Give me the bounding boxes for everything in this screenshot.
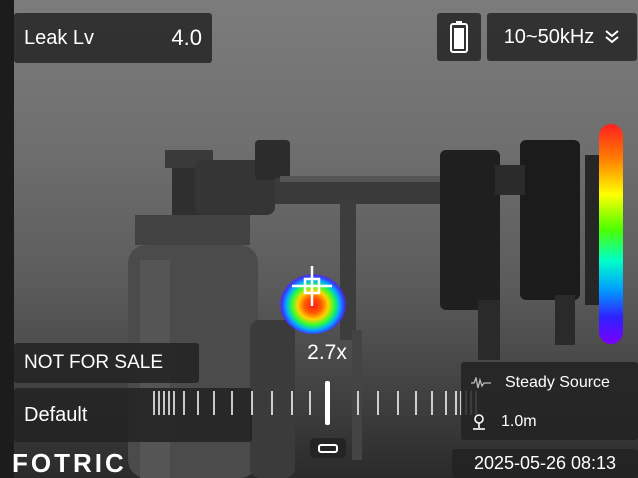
distance-value: 1.0m (501, 413, 537, 430)
ruler-indicator[interactable] (325, 381, 330, 425)
zoom-level: 2.7x (307, 341, 347, 364)
battery-indicator (437, 13, 481, 61)
camera-view: Leak Lv 4.0 10~50kHz 2.7x NOT FOR SALE D… (0, 0, 638, 478)
leak-level-value: 4.0 (171, 25, 202, 50)
fotric-logo: FOTRIC (12, 448, 127, 478)
timestamp: 2025-05-26 08:13 (452, 449, 638, 478)
waveform-icon (471, 377, 491, 389)
svg-text:FOTRIC: FOTRIC (12, 450, 127, 476)
leak-level-panel: Leak Lv 4.0 (14, 13, 212, 63)
brand-logo: FOTRIC (12, 448, 152, 478)
source-mode-row: Steady Source (471, 374, 610, 392)
location-pin-icon (473, 414, 485, 430)
leak-level-label: Leak Lv (24, 26, 95, 49)
minus-icon (318, 443, 338, 453)
source-info-panel: Steady Source 1.0m (461, 362, 638, 440)
focus-ruler[interactable] (150, 381, 490, 429)
color-scale-bar (599, 124, 623, 344)
crosshair-icon (292, 266, 332, 306)
watermark-label: NOT FOR SALE (14, 343, 199, 383)
frequency-selector[interactable]: 10~50kHz (487, 13, 637, 61)
chevron-double-down-icon (605, 30, 619, 44)
source-mode-label: Steady Source (505, 374, 610, 391)
frequency-range: 10~50kHz (503, 25, 595, 48)
distance-row: 1.0m (471, 413, 537, 431)
ruler-handle[interactable] (310, 438, 346, 458)
battery-icon (450, 21, 468, 53)
